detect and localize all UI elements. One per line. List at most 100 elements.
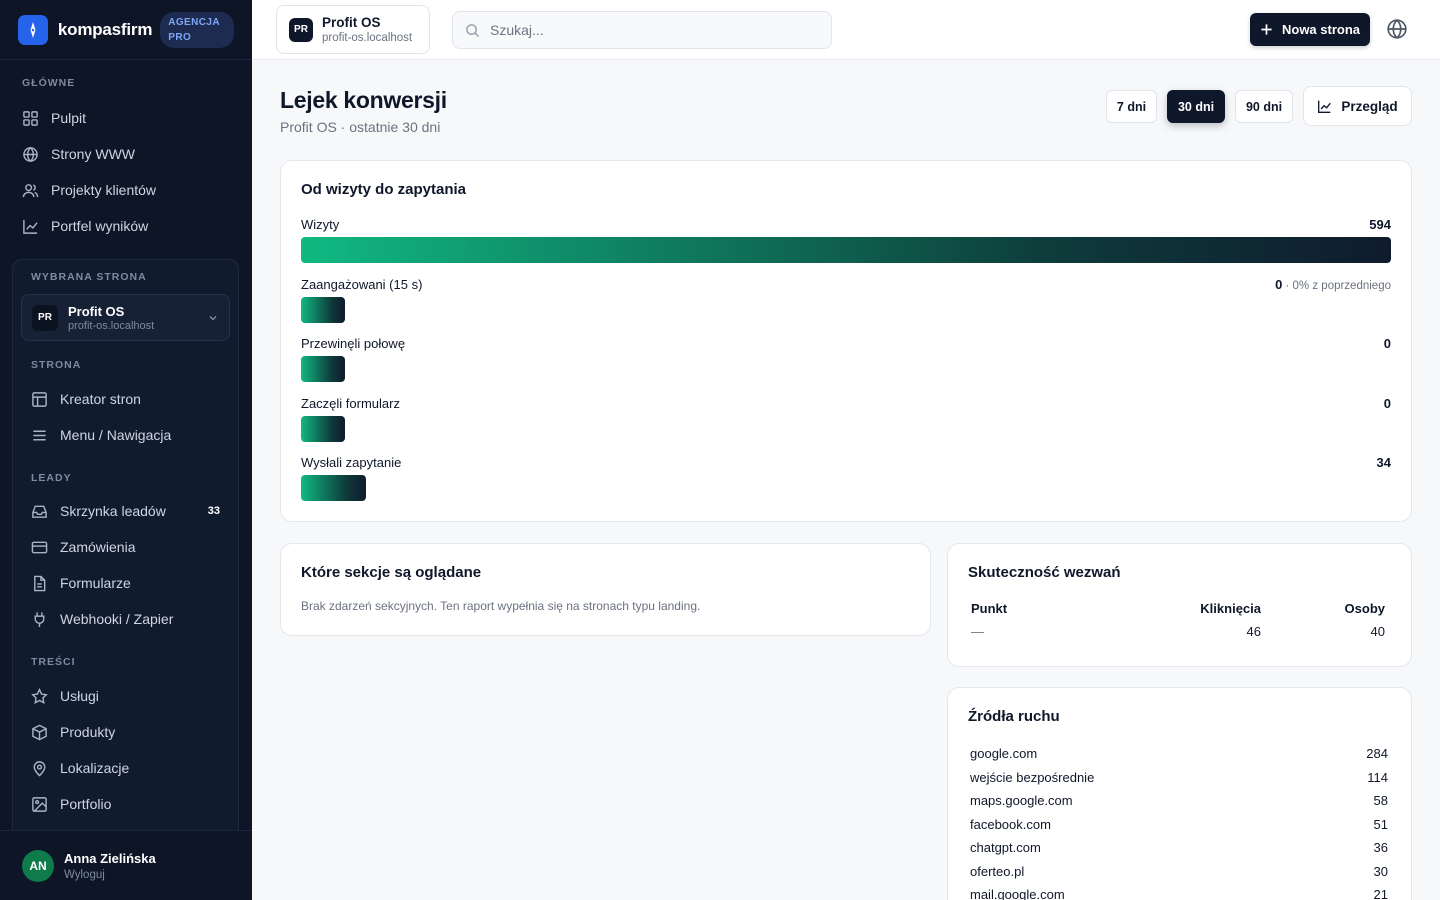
overview-button[interactable]: Przegląd (1303, 86, 1412, 126)
site-domain: profit-os.localhost (322, 32, 413, 44)
star-icon (31, 687, 48, 704)
site-selector[interactable]: PR Profit OS profit-os.localhost (21, 294, 230, 341)
sections-empty-text: Brak zdarzeń sekcyjnych. Ten raport wype… (301, 599, 701, 613)
source-count: 30 (1373, 863, 1388, 879)
section-page-heading: STRONA (31, 359, 82, 371)
sidebar: kompasfirm AGENCJA PRO GŁÓWNE Pulpit Str… (0, 0, 252, 900)
list-item: oferteo.pl 30 (970, 864, 1388, 879)
page-title: Lejek konwersji (280, 87, 447, 113)
funnel-step-bar (301, 356, 345, 382)
section-leads-heading: LEADY (31, 472, 72, 484)
cta-table: Punkt Kliknięcia Osoby — 46 40 (968, 601, 1388, 639)
list-item: google.com 284 (970, 746, 1388, 761)
funnel-step-count: 0 (1383, 336, 1391, 351)
sidebar-item-label: Pulpit (51, 110, 87, 126)
user-bar: AN Anna Zielińska Wyloguj (0, 830, 252, 900)
user-name: Anna Zielińska (64, 850, 156, 866)
layout-icon (32, 391, 47, 407)
funnel-step-value: 594 (1369, 217, 1391, 232)
funnel-step-bar (301, 296, 345, 323)
sidebar-item-label: Formularze (60, 575, 131, 591)
cta-card: Skuteczność wezwań Punkt Kliknięcia Osob… (947, 543, 1412, 667)
new-page-button[interactable]: Nowa strona (1250, 13, 1370, 46)
language-globe-icon[interactable] (1386, 18, 1408, 40)
sidebar-item-page-builder[interactable]: Kreator stron (13, 381, 238, 417)
sidebar-item-client-projects[interactable]: Projekty klientów (22, 172, 230, 208)
funnel-step-value: 0 · 0% z poprzedniego (1275, 277, 1391, 292)
range-7-days-button[interactable]: 7 dni (1106, 90, 1157, 123)
cta-clicks: 46 (1246, 624, 1261, 639)
brand[interactable]: kompasfirm AGENCJA PRO (0, 0, 252, 60)
funnel-title: Od wizyty do zapytania (301, 181, 467, 198)
search-input[interactable] (490, 22, 810, 38)
list-item: maps.google.com 58 (970, 793, 1388, 808)
sidebar-item-orders[interactable]: Zamówienia (13, 529, 238, 565)
compass-logo-icon (18, 14, 48, 45)
source-name: google.com (970, 746, 1038, 761)
page-subtitle: Profit OS · ostatnie 30 dni (280, 119, 441, 135)
sidebar-item-dashboard[interactable]: Pulpit (22, 100, 230, 136)
globe-icon (23, 146, 38, 162)
card-icon (31, 541, 48, 553)
sidebar-item-products[interactable]: Produkty (13, 714, 238, 750)
cta-people: 40 (1370, 624, 1385, 639)
list-item: mail.google.com 21 (970, 887, 1388, 900)
source-count: 51 (1373, 816, 1388, 832)
funnel-step-count: 0 (1383, 395, 1391, 411)
source-count: 58 (1373, 793, 1388, 808)
pin-icon (33, 760, 46, 777)
sidebar-item-forms[interactable]: Formularze (13, 565, 238, 601)
sections-title: Które sekcje są oglądane (301, 564, 482, 581)
sidebar-item-portfolio[interactable]: Portfolio (13, 786, 238, 822)
funnel-step-value: 0 (1384, 336, 1391, 351)
source-count: 36 (1373, 840, 1388, 855)
funnel-step-label: Wysłali zapytanie (301, 455, 402, 470)
list-item: wejście bezpośrednie 114 (970, 770, 1388, 785)
brand-name: kompasfirm (57, 19, 153, 39)
source-name: facebook.com (970, 816, 1051, 832)
sidebar-item-webhooks[interactable]: Webhooki / Zapier (13, 601, 238, 637)
cta-point: — (971, 624, 984, 639)
search-box (452, 11, 832, 49)
section-selected-site-heading: WYBRANA STRONA (31, 271, 147, 283)
section-main-heading: GŁÓWNE (22, 77, 76, 89)
sidebar-item-label: Projekty klientów (51, 182, 157, 198)
source-count: 284 (1366, 746, 1388, 761)
source-name: maps.google.com (970, 793, 1073, 808)
sidebar-item-menu[interactable]: Menu / Nawigacja (13, 417, 238, 453)
range-90-days-button[interactable]: 90 dni (1235, 90, 1293, 123)
site-avatar: PR (289, 17, 313, 42)
funnel-step-bar (301, 415, 345, 442)
chart-line-icon (23, 219, 38, 234)
funnel-step-label: Przewinęli połowę (301, 336, 406, 351)
sidebar-item-label: Portfel wyników (51, 218, 149, 234)
sidebar-item-label: Menu / Nawigacja (60, 427, 172, 443)
list-item: chatgpt.com 36 (970, 840, 1388, 855)
sidebar-item-results[interactable]: Portfel wyników (22, 208, 230, 244)
sidebar-item-lead-inbox[interactable]: Skrzynka leadów 33 (13, 493, 238, 529)
site-panel: WYBRANA STRONA PR Profit OS profit-os.lo… (12, 259, 239, 839)
funnel-step-count: 34 (1376, 455, 1391, 470)
overview-label: Przegląd (1341, 98, 1398, 114)
chart-line-icon (1318, 100, 1332, 113)
section-content-heading: TREŚCI (31, 656, 76, 668)
sidebar-item-services[interactable]: Usługi (13, 678, 238, 714)
topbar: PR Profit OS profit-os.localhost Nowa st… (252, 0, 1440, 60)
sidebar-item-websites[interactable]: Strony WWW (22, 136, 230, 172)
plan-badge: AGENCJA PRO (160, 11, 234, 48)
site-domain: profit-os.localhost (68, 319, 155, 332)
sidebar-item-label: Zamówienia (60, 539, 136, 555)
logout-link[interactable]: Wyloguj (64, 869, 156, 881)
chevron-down-icon (209, 315, 217, 321)
sidebar-item-label: Strony WWW (51, 146, 135, 162)
site-switcher[interactable]: PR Profit OS profit-os.localhost (276, 5, 430, 54)
funnel-step-value: 34 (1377, 455, 1391, 470)
site-name: Profit OS (68, 303, 125, 319)
sidebar-item-label: Kreator stron (60, 391, 141, 407)
funnel-step-bar (301, 475, 366, 501)
range-30-days-button[interactable]: 30 dni (1167, 90, 1225, 123)
source-name: mail.google.com (970, 887, 1065, 900)
cta-title: Skuteczność wezwań (968, 564, 1121, 581)
sidebar-item-locations[interactable]: Lokalizacje (13, 750, 238, 786)
column-header: Kliknięcia (1200, 601, 1261, 616)
